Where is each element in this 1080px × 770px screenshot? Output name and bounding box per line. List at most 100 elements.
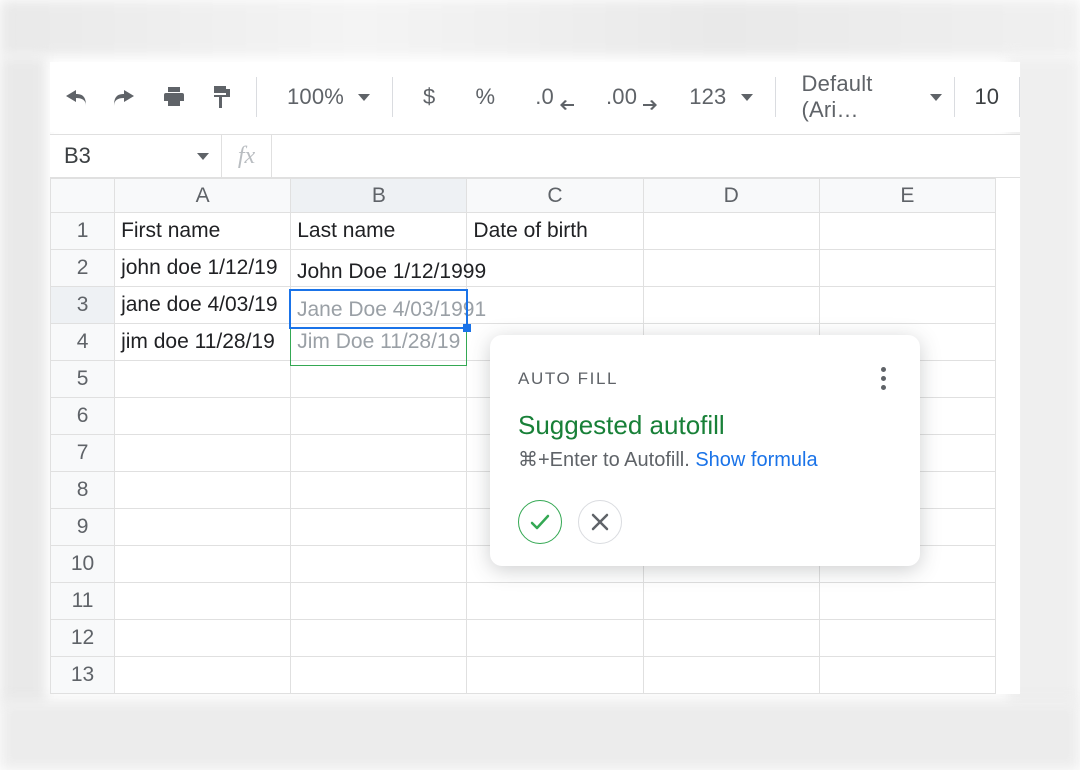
cell-B1[interactable]: Last name: [291, 213, 467, 250]
cell-B5[interactable]: [291, 361, 467, 398]
cell-D2[interactable]: [643, 250, 819, 287]
cell-A12[interactable]: [115, 620, 291, 657]
row-header-5[interactable]: 5: [51, 361, 115, 398]
cell-E3[interactable]: [819, 287, 995, 324]
blurred-left: [0, 56, 46, 706]
check-icon: [528, 510, 552, 534]
fill-handle[interactable]: [463, 324, 471, 332]
cell-A2[interactable]: john doe 1/12/19: [115, 250, 291, 287]
cell-B9[interactable]: [291, 509, 467, 546]
cell-B7[interactable]: [291, 435, 467, 472]
accept-autofill-button[interactable]: [518, 500, 562, 544]
cell-B11[interactable]: [291, 583, 467, 620]
decrease-decimal-button[interactable]: .0: [515, 75, 586, 119]
font-dropdown[interactable]: Default (Ari…: [785, 75, 953, 119]
toolbar-separator: [256, 77, 257, 117]
zoom-value: 100%: [279, 84, 352, 110]
cell-B6[interactable]: [291, 398, 467, 435]
cell-A13[interactable]: [115, 657, 291, 694]
increase-decimal-button[interactable]: .00: [586, 75, 669, 119]
row-header-1[interactable]: 1: [51, 213, 115, 250]
select-all-corner[interactable]: [51, 179, 115, 213]
cell-A4[interactable]: jim doe 11/28/19: [115, 324, 291, 361]
cell-A3[interactable]: jane doe 4/03/19: [115, 287, 291, 324]
blurred-top: [0, 0, 1080, 56]
paint-format-button[interactable]: [198, 75, 246, 119]
row-header-8[interactable]: 8: [51, 472, 115, 509]
redo-button[interactable]: [100, 75, 150, 119]
format-percent-button[interactable]: %: [455, 75, 515, 119]
row-header-12[interactable]: 12: [51, 620, 115, 657]
cell-E13[interactable]: [819, 657, 995, 694]
column-header-B[interactable]: B: [291, 179, 467, 213]
print-button[interactable]: [150, 75, 198, 119]
show-formula-link[interactable]: Show formula: [695, 449, 817, 471]
row-header-10[interactable]: 10: [51, 546, 115, 583]
row-header-4[interactable]: 4: [51, 324, 115, 361]
zoom-dropdown[interactable]: 100%: [267, 75, 382, 119]
row-header-13[interactable]: 13: [51, 657, 115, 694]
cell-C3[interactable]: [467, 287, 643, 324]
row-header-3[interactable]: 3: [51, 287, 115, 324]
cell-A9[interactable]: [115, 509, 291, 546]
row-header-11[interactable]: 11: [51, 583, 115, 620]
print-icon: [162, 85, 186, 109]
cell-E12[interactable]: [819, 620, 995, 657]
arrow-right-icon: [643, 100, 657, 110]
cell-D12[interactable]: [643, 620, 819, 657]
chevron-down-icon: [197, 153, 209, 160]
more-formats-dropdown[interactable]: 123: [669, 75, 764, 119]
row-header-9[interactable]: 9: [51, 509, 115, 546]
cell-A8[interactable]: [115, 472, 291, 509]
column-header-C[interactable]: C: [467, 179, 643, 213]
cell-B10[interactable]: [291, 546, 467, 583]
font-size-input[interactable]: 10: [954, 77, 1020, 117]
cell-C11[interactable]: [467, 583, 643, 620]
column-header-A[interactable]: A: [115, 179, 291, 213]
autofill-title: Suggested autofill: [518, 410, 892, 441]
cell-B8[interactable]: [291, 472, 467, 509]
cell-C12[interactable]: [467, 620, 643, 657]
cell-D1[interactable]: [643, 213, 819, 250]
column-header-E[interactable]: E: [819, 179, 995, 213]
reject-autofill-button[interactable]: [578, 500, 622, 544]
cell-E1[interactable]: [819, 213, 995, 250]
kebab-icon: [881, 367, 886, 372]
chevron-down-icon: [741, 94, 753, 101]
cell-E2[interactable]: [819, 250, 995, 287]
cell-D3[interactable]: [643, 287, 819, 324]
row-header-6[interactable]: 6: [51, 398, 115, 435]
toolbar: 100% $ % .0 .00 123 Default (Ari… 10: [50, 62, 1020, 132]
toolbar-separator: [392, 77, 393, 117]
cell-C1[interactable]: Date of birth: [467, 213, 643, 250]
cell-D13[interactable]: [643, 657, 819, 694]
cell-D11[interactable]: [643, 583, 819, 620]
cell-B13[interactable]: [291, 657, 467, 694]
fx-icon: fx: [222, 135, 272, 177]
cell-A7[interactable]: [115, 435, 291, 472]
formula-bar: B3 fx: [50, 134, 1020, 178]
cell-B12[interactable]: [291, 620, 467, 657]
cell-E11[interactable]: [819, 583, 995, 620]
cell-C13[interactable]: [467, 657, 643, 694]
undo-button[interactable]: [50, 75, 100, 119]
column-header-D[interactable]: D: [643, 179, 819, 213]
cell-A5[interactable]: [115, 361, 291, 398]
cell-C2[interactable]: [467, 250, 643, 287]
row-header-2[interactable]: 2: [51, 250, 115, 287]
cell-A6[interactable]: [115, 398, 291, 435]
cell-A1[interactable]: First name: [115, 213, 291, 250]
cell-A11[interactable]: [115, 583, 291, 620]
cell-B3[interactable]: [291, 287, 467, 324]
undo-icon: [62, 86, 88, 108]
autofill-popover: AUTO FILL Suggested autofill ⌘+Enter to …: [490, 335, 920, 566]
more-options-button[interactable]: [875, 361, 892, 396]
chevron-down-icon: [358, 94, 370, 101]
formula-input[interactable]: [272, 135, 1020, 177]
format-currency-button[interactable]: $: [403, 75, 455, 119]
row-header-7[interactable]: 7: [51, 435, 115, 472]
cell-B2[interactable]: [291, 250, 467, 287]
cell-B4[interactable]: Jim Doe 11/28/19: [291, 324, 467, 361]
cell-A10[interactable]: [115, 546, 291, 583]
name-box[interactable]: B3: [50, 135, 222, 177]
